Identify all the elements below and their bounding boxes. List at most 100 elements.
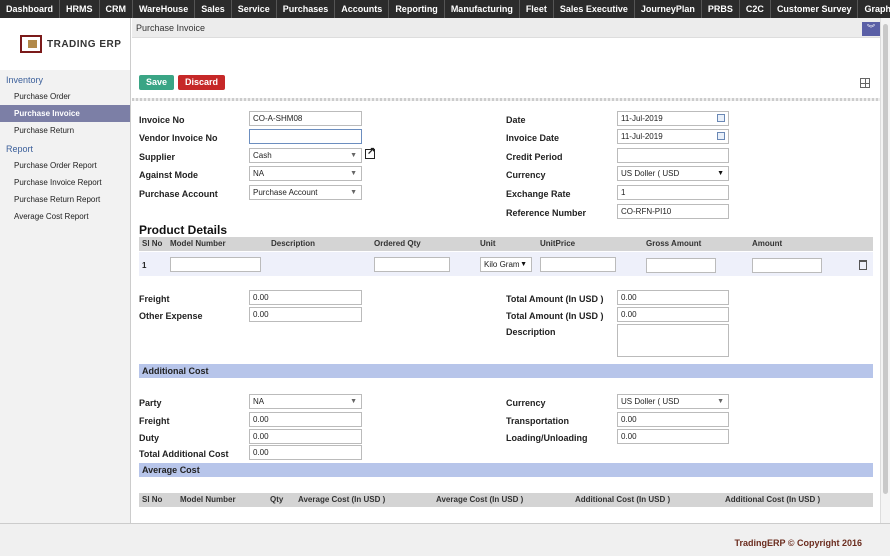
sidebar-item-purchase-invoice[interactable]: Purchase Invoice [0, 105, 130, 122]
nav-sales-executive[interactable]: Sales Executive [554, 0, 635, 18]
nav-journeyplan[interactable]: JourneyPlan [635, 0, 702, 18]
nav-prbs[interactable]: PRBS [702, 0, 740, 18]
main-content: Purchase Invoice ︾ Save Discard Invoice … [132, 18, 880, 523]
loading-unloading-label: Loading/Unloading [506, 433, 588, 443]
scrollbar[interactable] [880, 18, 890, 523]
invoice-no-field[interactable]: CO-A-SHM08 [249, 111, 362, 126]
currency-select[interactable]: US Doller ( USD ▼ [617, 166, 729, 181]
description-textarea[interactable] [617, 324, 729, 357]
nav-service[interactable]: Service [232, 0, 277, 18]
col-unit: Unit [480, 239, 496, 248]
credit-period-label: Credit Period [506, 152, 563, 162]
ac-currency-value: US Doller ( USD [621, 397, 680, 406]
nav-sales[interactable]: Sales [195, 0, 232, 18]
footer: TradingERP © Copyright 2016 [0, 523, 890, 556]
invoice-date-label: Invoice Date [506, 133, 560, 143]
other-expense-field[interactable]: 0.00 [249, 307, 362, 322]
page-title: Purchase Invoice [136, 22, 206, 33]
calendar-icon[interactable] [717, 114, 725, 122]
grid-view-icon[interactable] [860, 78, 870, 88]
total-additional-cost-field[interactable]: 0.00 [249, 445, 362, 460]
logo[interactable]: TRADING ERP [0, 18, 130, 70]
vendor-invoice-field[interactable] [249, 129, 362, 144]
against-mode-value: NA [253, 169, 265, 178]
reference-number-label: Reference Number [506, 208, 587, 218]
sidebar-section-report: Report [6, 144, 34, 154]
discard-button[interactable]: Discard [178, 75, 226, 90]
col-ordered-qty: Ordered Qty [374, 239, 421, 248]
exchange-rate-label: Exchange Rate [506, 189, 571, 199]
save-button[interactable]: Save [139, 75, 175, 90]
transportation-field[interactable]: 0.00 [617, 412, 729, 427]
top-navigation: Dashboard HRMS CRM WareHouse Sales Servi… [0, 0, 890, 18]
nav-hrms[interactable]: HRMS [60, 0, 100, 18]
supplier-select[interactable]: Cash ▼ [249, 148, 362, 163]
trash-icon[interactable] [859, 260, 867, 270]
ac-currency-select[interactable]: US Doller ( USD ▼ [617, 394, 729, 409]
invoice-date-value: 11-Jul-2019 [621, 132, 663, 141]
nav-reporting[interactable]: Reporting [389, 0, 445, 18]
nav-manufacturing[interactable]: Manufacturing [445, 0, 520, 18]
sidebar-item-purchase-return[interactable]: Purchase Return [0, 122, 130, 139]
currency-value: US Doller ( USD [621, 169, 680, 178]
sidebar-section-inventory: Inventory [6, 75, 44, 85]
nav-graph[interactable]: Graph [858, 0, 890, 18]
total-amount-field[interactable]: 0.00 [617, 290, 729, 305]
average-cost-table-header: Sl No Model Number Qty Average Cost (In … [139, 493, 873, 507]
scrollbar-thumb[interactable] [883, 24, 888, 494]
unit-select[interactable]: Kilo Gram ▼ [480, 257, 532, 272]
external-link-icon[interactable] [365, 146, 375, 159]
col-amount: Amount [752, 239, 783, 248]
total-amount-field-2[interactable]: 0.00 [617, 307, 729, 322]
nav-dashboard[interactable]: Dashboard [0, 0, 61, 18]
toolbar: Save Discard [139, 75, 226, 90]
nav-purchases[interactable]: Purchases [277, 0, 336, 18]
sidebar-item-purchase-invoice-report[interactable]: Purchase Invoice Report [0, 174, 130, 191]
exchange-rate-field[interactable]: 1 [617, 185, 729, 200]
col-gross-amount: Gross Amount [646, 239, 702, 248]
ordered-qty-input[interactable] [374, 257, 450, 272]
total-amount-label-2: Total Amount (In USD ) [506, 311, 604, 321]
unit-price-input[interactable] [540, 257, 616, 272]
calendar-icon[interactable] [717, 132, 725, 140]
sidebar-item-average-cost-report[interactable]: Average Cost Report [0, 208, 130, 225]
sidebar-item-purchase-order-report[interactable]: Purchase Order Report [0, 157, 130, 174]
col-model-number: Model Number [170, 239, 226, 248]
chevrons-down-icon[interactable]: ︾ [862, 22, 880, 36]
nav-crm[interactable]: CRM [100, 0, 134, 18]
credit-period-field[interactable] [617, 148, 729, 163]
nav-warehouse[interactable]: WareHouse [133, 0, 196, 18]
caret-down-icon: ▼ [350, 170, 357, 177]
sidebar-item-purchase-order[interactable]: Purchase Order [0, 88, 130, 105]
nav-customer-survey[interactable]: Customer Survey [771, 0, 859, 18]
avg-col-sl-no: Sl No [142, 495, 163, 504]
party-select[interactable]: NA ▼ [249, 394, 362, 409]
duty-label: Duty [139, 433, 159, 443]
amount-input[interactable] [752, 258, 822, 273]
sidebar-item-purchase-return-report[interactable]: Purchase Return Report [0, 191, 130, 208]
purchase-account-select[interactable]: Purchase Account ▼ [249, 185, 362, 200]
gross-amount-input[interactable] [646, 258, 716, 273]
nav-accounts[interactable]: Accounts [335, 0, 390, 18]
nav-c2c[interactable]: C2C [740, 0, 771, 18]
avg-col-average-cost-2: Average Cost (In USD ) [436, 495, 524, 504]
reference-number-field[interactable]: CO-RFN-PI10 [617, 204, 729, 219]
nav-fleet[interactable]: Fleet [520, 0, 554, 18]
caret-down-icon: ▼ [717, 398, 724, 405]
purchase-account-value: Purchase Account [253, 188, 318, 197]
duty-field[interactable]: 0.00 [249, 429, 362, 444]
date-field[interactable]: 11-Jul-2019 [617, 111, 729, 126]
additional-cost-header: Additional Cost [139, 364, 873, 378]
col-unit-price: UnitPrice [540, 239, 576, 248]
freight-field[interactable]: 0.00 [249, 290, 362, 305]
supplier-value: Cash [253, 151, 272, 160]
caret-down-icon: ▼ [520, 261, 527, 268]
total-amount-label: Total Amount (In USD ) [506, 294, 604, 304]
loading-unloading-field[interactable]: 0.00 [617, 429, 729, 444]
against-mode-select[interactable]: NA ▼ [249, 166, 362, 181]
model-number-input[interactable] [170, 257, 261, 272]
average-cost-header: Average Cost [139, 463, 873, 477]
invoice-date-field[interactable]: 11-Jul-2019 [617, 129, 729, 144]
ac-freight-field[interactable]: 0.00 [249, 412, 362, 427]
total-additional-cost-label: Total Additional Cost [139, 449, 229, 459]
